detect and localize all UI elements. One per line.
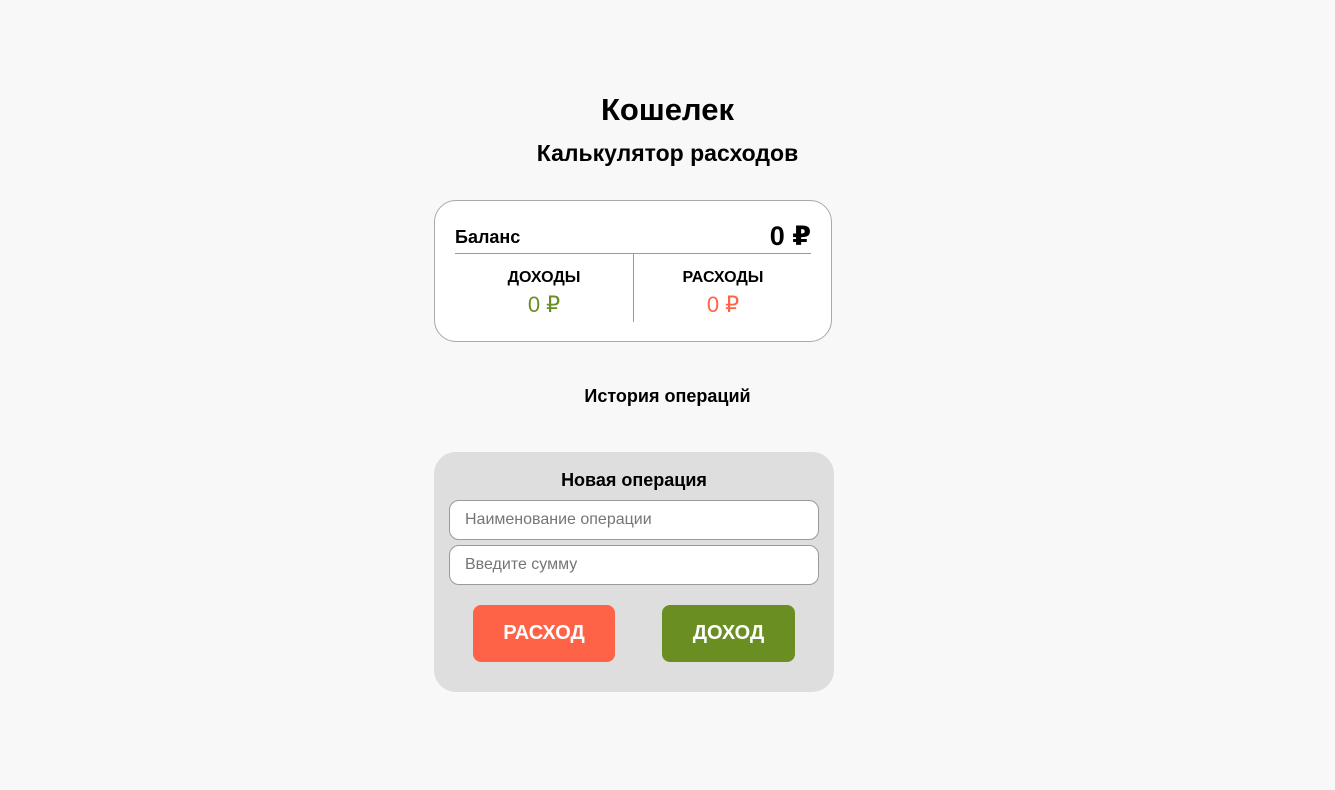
balance-row: Баланс 0 ₽ — [455, 221, 811, 254]
expense-value: 0 ₽ — [706, 292, 740, 317]
history-title: История операций — [584, 386, 751, 406]
page-title: Кошелек — [601, 92, 734, 127]
income-value: 0 ₽ — [527, 292, 561, 317]
expense-label: РАСХОДЫ — [682, 269, 764, 286]
income-expense-summary: ДОХОДЫ 0 ₽ РАСХОДЫ 0 ₽ — [455, 254, 811, 322]
income-label: ДОХОДЫ — [507, 269, 581, 286]
add-expense-button[interactable]: Расход — [473, 605, 615, 662]
operation-sum-input[interactable] — [449, 545, 819, 585]
wallet-page: Кошелек Калькулятор расходов Баланс 0 ₽ … — [0, 0, 1335, 790]
operation-name-input[interactable] — [449, 500, 819, 540]
balance-card: Баланс 0 ₽ ДОХОДЫ 0 ₽ РАСХОДЫ 0 ₽ — [434, 200, 832, 342]
expense-summary: РАСХОДЫ 0 ₽ — [634, 268, 812, 320]
add-income-button[interactable]: Доход — [662, 605, 795, 662]
page-subtitle: Калькулятор расходов — [536, 140, 799, 166]
income-summary: ДОХОДЫ 0 ₽ — [455, 268, 633, 320]
new-operation-form: Новая операция Расход Доход — [434, 452, 834, 692]
balance-label: Баланс — [455, 227, 521, 247]
form-title: Новая операция — [561, 470, 707, 490]
balance-value: 0 ₽ — [769, 221, 811, 251]
